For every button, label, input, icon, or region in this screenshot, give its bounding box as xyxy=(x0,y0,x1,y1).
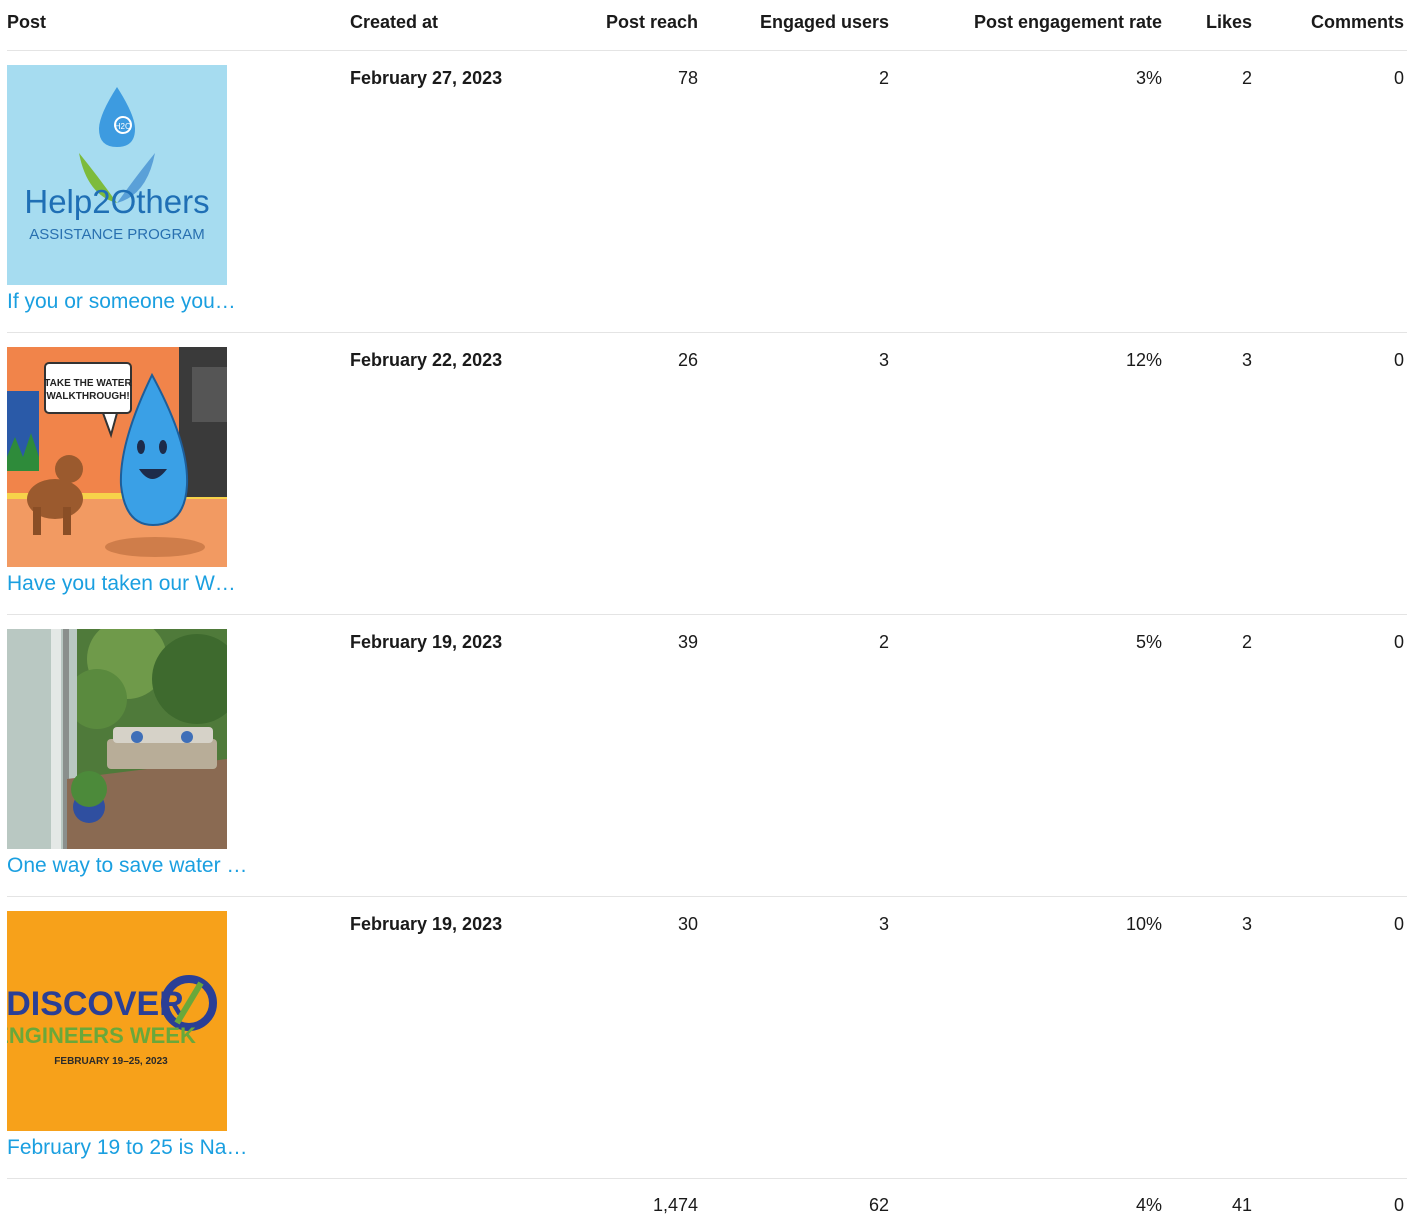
created-at: February 19, 2023 xyxy=(350,632,503,652)
thumb-title: DISCOVER xyxy=(7,985,184,1023)
table-header: Post Created at Post reach Engaged users… xyxy=(7,0,1407,51)
column-header-created-at[interactable]: Created at xyxy=(350,12,438,33)
thumb-subtitle: ENGINEERS WEEK xyxy=(7,1023,196,1048)
created-at: February 27, 2023 xyxy=(350,68,503,88)
engagement-rate: 10% xyxy=(1125,914,1162,934)
table-row: One way to save water … February 19, 202… xyxy=(7,615,1407,897)
column-header-engagement-rate[interactable]: Post engagement rate xyxy=(974,12,1162,33)
post-thumbnail-patio-photo[interactable] xyxy=(7,629,227,849)
comments: 0 xyxy=(1393,632,1404,652)
created-at: February 19, 2023 xyxy=(350,914,503,934)
post-link[interactable]: One way to save water … xyxy=(7,854,262,878)
likes: 3 xyxy=(1241,350,1252,370)
created-at: February 22, 2023 xyxy=(350,350,503,370)
total-comments: 0 xyxy=(1393,1195,1404,1215)
post-reach: 78 xyxy=(677,68,698,88)
thumb-badge: H2O xyxy=(115,122,131,131)
likes: 2 xyxy=(1241,68,1252,88)
total-engagement-rate: 4% xyxy=(1135,1195,1162,1215)
post-reach: 30 xyxy=(677,914,698,934)
total-post-reach: 1,474 xyxy=(652,1195,698,1215)
totals-row: 1,474 62 4% 41 0 xyxy=(7,1179,1407,1219)
post-link[interactable]: Have you taken our W… xyxy=(7,572,262,596)
thumb-bubble-line2: WALKTHROUGH! xyxy=(46,391,129,402)
engagement-rate: 3% xyxy=(1135,68,1162,88)
post-link[interactable]: February 19 to 25 is Na… xyxy=(7,1136,262,1160)
post-thumbnail-water-walkthrough[interactable]: TAKE THE WATER WALKTHROUGH! xyxy=(7,347,227,567)
post-reach: 26 xyxy=(677,350,698,370)
total-engaged-users: 62 xyxy=(868,1195,889,1215)
post-reach: 39 xyxy=(677,632,698,652)
thumb-title: Help2Others xyxy=(24,183,209,220)
engaged-users: 3 xyxy=(878,914,889,934)
engaged-users: 2 xyxy=(878,68,889,88)
engaged-users: 3 xyxy=(878,350,889,370)
thumb-bubble-line1: TAKE THE WATER xyxy=(44,378,132,389)
thumb-subtitle: ASSISTANCE PROGRAM xyxy=(29,226,205,243)
table-row: H2O Help2Others ASSISTANCE PROGRAM If yo… xyxy=(7,51,1407,333)
total-likes: 41 xyxy=(1231,1195,1252,1215)
table-row: DISCOVER ENGINEERS WEEK FEBRUARY 19–25, … xyxy=(7,897,1407,1179)
comments: 0 xyxy=(1393,350,1404,370)
comments: 0 xyxy=(1393,914,1404,934)
column-header-comments[interactable]: Comments xyxy=(1311,12,1404,33)
posts-table: Post Created at Post reach Engaged users… xyxy=(7,0,1407,1219)
comments: 0 xyxy=(1393,68,1404,88)
column-header-engaged-users[interactable]: Engaged users xyxy=(760,12,889,33)
thumb-dates: FEBRUARY 19–25, 2023 xyxy=(54,1056,168,1067)
engaged-users: 2 xyxy=(878,632,889,652)
post-thumbnail-discover-engineers-week[interactable]: DISCOVER ENGINEERS WEEK FEBRUARY 19–25, … xyxy=(7,911,227,1131)
engagement-rate: 12% xyxy=(1125,350,1162,370)
table-row: TAKE THE WATER WALKTHROUGH! Have you tak… xyxy=(7,333,1407,615)
likes: 2 xyxy=(1241,632,1252,652)
column-header-post-reach[interactable]: Post reach xyxy=(606,12,698,33)
column-header-post[interactable]: Post xyxy=(7,12,46,33)
column-header-likes[interactable]: Likes xyxy=(1206,12,1252,33)
post-thumbnail-help2others[interactable]: H2O Help2Others ASSISTANCE PROGRAM xyxy=(7,65,227,285)
post-link[interactable]: If you or someone you… xyxy=(7,290,262,314)
engagement-rate: 5% xyxy=(1135,632,1162,652)
likes: 3 xyxy=(1241,914,1252,934)
